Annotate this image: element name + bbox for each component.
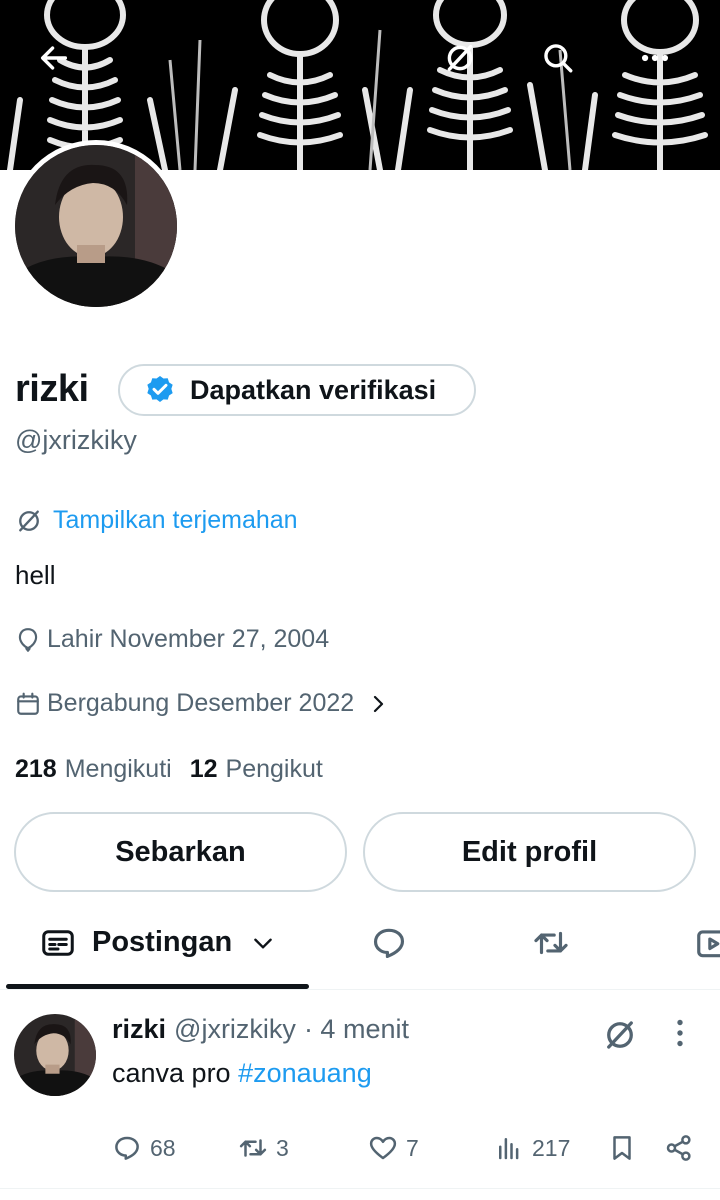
following-link[interactable]: 218 Mengikuti (15, 755, 172, 784)
post-body: canva pro (112, 1058, 239, 1088)
followers-count: 12 (189, 755, 218, 783)
back-button[interactable] (22, 26, 86, 90)
repost-icon (239, 1139, 267, 1157)
calendar-icon (17, 692, 39, 715)
share-button[interactable] (664, 1133, 694, 1163)
tab-posts-label: Postingan (92, 926, 233, 958)
post-more-icon[interactable] (665, 1015, 695, 1051)
post-avatar[interactable] (14, 1014, 96, 1096)
tab-replies[interactable] (370, 905, 408, 980)
followers-label: Pengikut (225, 755, 323, 783)
more-options-button[interactable] (623, 26, 687, 90)
views-button[interactable]: 217 (494, 1133, 570, 1163)
post-divider (0, 1188, 720, 1189)
profile-bio: hell (15, 560, 56, 590)
search-button[interactable] (526, 26, 590, 90)
balloon-icon (18, 627, 38, 652)
translate-icon (19, 510, 39, 531)
avatar-image (15, 145, 177, 307)
profile-handle: @jxrizkiky (15, 425, 137, 455)
more-options-icon (641, 54, 669, 62)
search-icon (544, 44, 573, 73)
reply-count: 68 (150, 1134, 176, 1161)
post-hashtag[interactable]: #zonauang (238, 1058, 372, 1088)
repost-count: 3 (276, 1134, 289, 1161)
tab-media[interactable] (694, 905, 720, 980)
back-arrow-icon (40, 46, 68, 70)
like-icon (369, 1136, 397, 1160)
joined-row[interactable]: Bergabung Desember 2022 (15, 689, 390, 718)
tabs-divider (0, 989, 720, 990)
bookmark-button[interactable] (607, 1133, 637, 1163)
show-translation-link[interactable]: Tampilkan terjemahan (15, 506, 298, 535)
posts-tab-icon (42, 929, 74, 956)
profile-tabs: Postingan (0, 905, 720, 990)
birthday-text: Lahir November 27, 2004 (47, 625, 330, 653)
post-text: canva pro #zonauang (112, 1058, 372, 1089)
get-verified-label: Dapatkan verifikasi (190, 374, 437, 405)
media-tab-icon (697, 929, 720, 957)
reply-icon (115, 1136, 139, 1160)
repost-button[interactable]: 3 (238, 1133, 289, 1163)
edit-profile-button[interactable]: Edit profil (363, 812, 696, 892)
follow-stats: 218 Mengikuti 12 Pengikut (15, 755, 323, 784)
followers-link[interactable]: 12 Pengikut (190, 755, 323, 784)
show-translation-label: Tampilkan terjemahan (53, 506, 298, 534)
joined-text: Bergabung Desember 2022 (47, 689, 355, 717)
tab-posts[interactable]: Postingan (40, 905, 276, 980)
tab-reposts[interactable] (532, 905, 570, 980)
following-count: 218 (15, 755, 57, 783)
verified-badge-icon (147, 376, 173, 402)
post-time: · 4 menit (303, 1014, 409, 1044)
reposts-tab-icon (534, 931, 568, 954)
post-author-name[interactable]: rizki (112, 1014, 166, 1045)
bookmark-icon (613, 1136, 631, 1160)
following-label: Mengikuti (64, 755, 172, 783)
chevron-right-icon (374, 695, 384, 712)
reply-button[interactable]: 68 (112, 1133, 176, 1163)
replies-tab-icon (373, 928, 405, 958)
birthday-row: Lahir November 27, 2004 (15, 625, 329, 654)
translate-icon (447, 44, 473, 72)
like-button[interactable]: 7 (368, 1133, 419, 1163)
chevron-down-icon (254, 938, 272, 949)
post-author-handle[interactable]: @jxrizkiky (174, 1014, 296, 1045)
share-profile-button[interactable]: Sebarkan (14, 812, 347, 892)
profile-avatar[interactable] (10, 140, 182, 312)
translate-button[interactable] (428, 26, 492, 90)
profile-name: rizki (15, 368, 89, 410)
post-header: rizki @jxrizkiky · 4 menit (112, 1014, 409, 1045)
like-count: 7 (406, 1134, 419, 1161)
views-count: 217 (532, 1134, 571, 1161)
post-translate-icon[interactable] (602, 1017, 638, 1053)
get-verified-button[interactable]: Dapatkan verifikasi (118, 364, 476, 416)
share-icon (666, 1135, 691, 1161)
views-icon (499, 1138, 519, 1160)
